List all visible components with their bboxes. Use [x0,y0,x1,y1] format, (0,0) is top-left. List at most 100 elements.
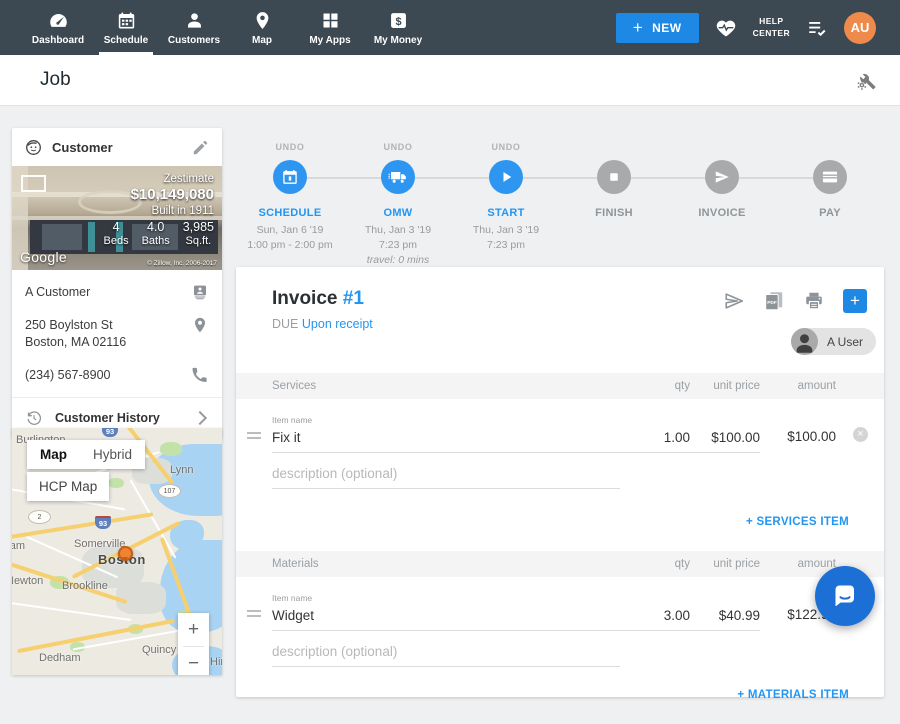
nav-item-dashboard[interactable]: Dashboard [24,0,92,55]
service-name-input[interactable] [272,430,620,453]
map-type-map[interactable]: Map [27,440,80,469]
nav-label: Map [252,35,272,46]
service-description-row [236,453,884,489]
item-name-label: Item name [272,415,620,425]
send-invoice-icon[interactable] [723,290,745,312]
customer-card-header: Customer [12,128,222,166]
user-avatar[interactable]: AU [844,12,876,44]
delete-service-item-button[interactable]: × [853,427,868,442]
zestimate-value: $10,149,080 [104,186,215,203]
step-dates: Thu, Jan 3 '19 7:23 pm [473,223,539,253]
nav-items: Dashboard Schedule Customers Map My Apps… [0,0,432,55]
map-pin-icon [252,10,273,31]
dollar-glyph: $ [395,15,401,27]
undo-omw-link[interactable]: UNDO [384,142,413,154]
due-terms-link[interactable]: Upon receipt [302,317,373,331]
service-unit-price-input[interactable] [690,430,760,453]
material-unit-price-input[interactable] [690,608,760,631]
phone-icon[interactable] [191,366,209,384]
chat-bubble-button[interactable] [815,566,875,626]
nav-item-my-money[interactable]: $ My Money [364,0,432,55]
add-materials-item-link[interactable]: + MATERIALS ITEM [737,689,849,701]
person-icon [791,328,818,355]
map-panel[interactable]: Burlington Lynn Waltham Somerville Bosto… [12,428,222,675]
stop-icon [604,167,624,187]
job-settings-button[interactable] [855,69,878,92]
map-label-somerville: Somerville [74,538,125,550]
sqft-value: 3,985 [183,220,214,234]
customer-card: Customer Zestimate $10,149,080 Built in … [12,128,222,438]
timeline-step-schedule: UNDO SCHEDULE Sun, Jan 6 '19 1:00 pm - 2… [236,130,344,269]
plus-icon: + [633,19,643,36]
zoom-out-button[interactable]: − [178,647,209,675]
help-center-link[interactable]: HELP CENTER [753,16,790,39]
service-amount: $100.00 [760,415,836,444]
finish-step-button[interactable] [597,160,631,194]
nav-label: Dashboard [32,35,84,46]
start-step-button[interactable] [489,160,523,194]
nav-label: My Apps [309,35,350,46]
hcp-map-button[interactable]: HCP Map [27,472,109,501]
omw-step-button[interactable] [381,160,415,194]
nav-item-my-apps[interactable]: My Apps [296,0,364,55]
material-description-row [236,631,884,667]
schedule-step-button[interactable] [273,160,307,194]
service-qty-input[interactable] [620,430,690,453]
service-item-row: Item name $100.00 × [236,399,884,453]
play-icon [496,167,516,187]
job-timeline: UNDO SCHEDULE Sun, Jan 6 '19 1:00 pm - 2… [236,130,884,262]
pay-step-button[interactable] [813,160,847,194]
beds-value: 4 [104,220,129,234]
route-107-shield: 107 [158,484,181,498]
new-button-label: NEW [652,21,682,35]
job-location-pin[interactable] [118,546,133,561]
health-button[interactable] [715,17,737,39]
print-icon[interactable] [803,290,825,312]
heart-pulse-icon [715,17,737,39]
qty-column-header: qty [620,380,690,392]
nav-item-schedule[interactable]: Schedule [92,0,160,55]
service-description-input[interactable] [272,466,620,489]
new-button[interactable]: + NEW [616,13,699,43]
checklist-button[interactable] [806,17,828,39]
add-invoice-button[interactable]: + [843,289,867,313]
material-qty-input[interactable] [620,608,690,631]
drag-handle[interactable] [236,593,272,617]
send-icon [712,167,732,187]
nav-item-customers[interactable]: Customers [160,0,228,55]
add-services-item-link[interactable]: + SERVICES ITEM [746,516,849,528]
contact-card-icon[interactable] [191,283,209,301]
location-pin-icon[interactable] [191,316,209,334]
step-date-line1: Thu, Jan 3 '19 [365,224,431,236]
edit-pencil-icon[interactable] [191,138,210,157]
material-name-input[interactable] [272,608,620,631]
drag-handle[interactable] [236,415,272,439]
timeline-step-finish: FINISH [560,130,668,269]
baths-label: Baths [142,235,170,247]
pdf-icon[interactable]: PDF [763,290,785,312]
step-date-line2: 1:00 pm - 2:00 pm [247,239,332,251]
help-line1: HELP [753,16,790,27]
step-label: OMW [383,207,412,219]
map-label-hingham: Hingham [210,656,222,668]
undo-start-link[interactable]: UNDO [492,142,521,154]
calendar-icon [280,167,300,187]
item-name-label: Item name [272,593,620,603]
undo-schedule-link[interactable]: UNDO [276,142,305,154]
route-2-shield: 2 [28,510,51,524]
map-type-toggle: Map Hybrid [27,440,145,469]
zoom-in-button[interactable]: + [178,613,209,646]
materials-header-label: Materials [272,558,620,570]
assignee-avatar [791,328,818,355]
map-type-hybrid[interactable]: Hybrid [80,440,145,469]
customer-card-title: Customer [52,140,182,155]
nav-item-map[interactable]: Map [228,0,296,55]
zestimate-overlay: Zestimate $10,149,080 Built in 1911 4Bed… [104,173,215,247]
invoice-step-button[interactable] [705,160,739,194]
invoice-number: #1 [343,288,364,309]
assignee-chip[interactable]: A User [791,328,876,355]
material-description-input[interactable] [272,644,620,667]
timeline-step-invoice: INVOICE [668,130,776,269]
money-icon: $ [388,10,409,31]
materials-section-header: Materials qty unit price amount [236,551,884,577]
